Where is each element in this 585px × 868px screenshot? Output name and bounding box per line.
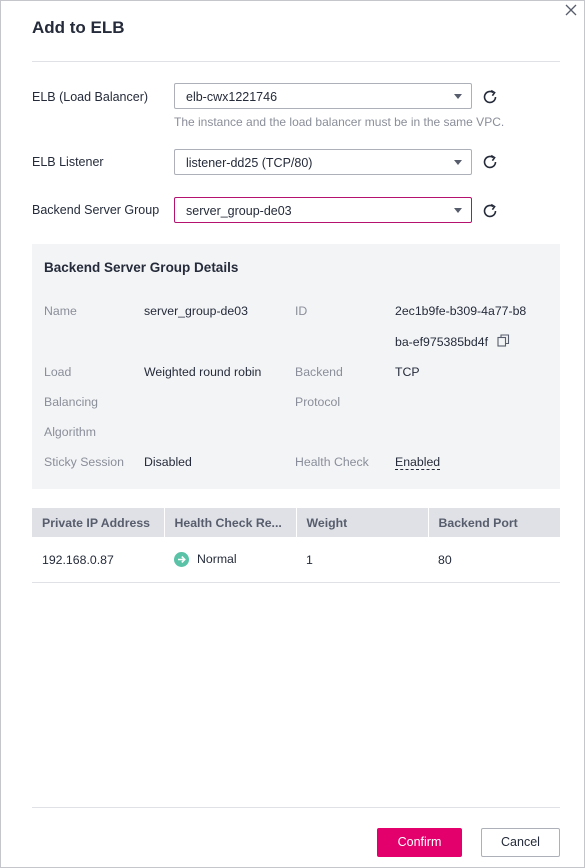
id-value-line1: 2ec1b9fe-b309-4a77-b8 bbox=[395, 304, 527, 318]
chevron-down-icon bbox=[454, 160, 462, 165]
id-label: ID bbox=[295, 304, 308, 318]
sticky-session-value: Disabled bbox=[144, 455, 192, 469]
elb-select-value: elb-cwx1221746 bbox=[186, 90, 278, 104]
listener-refresh-icon[interactable] bbox=[481, 153, 499, 171]
table-header-row: Private IP Address Health Check Re... We… bbox=[32, 508, 560, 537]
elb-hint: The instance and the load balancer must … bbox=[174, 115, 505, 129]
name-value: server_group-de03 bbox=[144, 304, 248, 318]
backend-server-table: Private IP Address Health Check Re... We… bbox=[32, 508, 560, 583]
column-header-backend-port[interactable]: Backend Port bbox=[428, 508, 560, 537]
column-header-health-check[interactable]: Health Check Re... bbox=[164, 508, 297, 537]
elb-label: ELB (Load Balancer) bbox=[32, 90, 149, 104]
id-value-line2-wrap: ba-ef975385bd4f bbox=[395, 327, 510, 358]
health-check-value-wrap: Enabled bbox=[395, 447, 441, 477]
server-group-label: Backend Server Group bbox=[32, 203, 160, 217]
column-header-weight[interactable]: Weight bbox=[296, 508, 429, 537]
cell-backend-port: 80 bbox=[428, 537, 560, 583]
listener-select-value: listener-dd25 (TCP/80) bbox=[186, 156, 313, 170]
arrow-right-circle-icon bbox=[174, 552, 189, 568]
cell-private-ip: 192.168.0.87 bbox=[32, 537, 164, 583]
id-value-line2: ba-ef975385bd4f bbox=[395, 335, 488, 349]
health-status-text: Normal bbox=[197, 551, 237, 566]
listener-select[interactable]: listener-dd25 (TCP/80) bbox=[174, 149, 472, 175]
lb-algorithm-label-line3: Algorithm bbox=[44, 425, 96, 439]
health-check-label: Health Check bbox=[295, 455, 369, 469]
server-group-select[interactable]: server_group-de03 bbox=[174, 197, 472, 223]
name-label: Name bbox=[44, 304, 77, 318]
server-group-details-panel: Backend Server Group Details Name server… bbox=[32, 244, 560, 489]
server-group-select-value: server_group-de03 bbox=[186, 204, 292, 218]
chevron-down-icon bbox=[454, 208, 462, 213]
lb-algorithm-label-line2: Balancing bbox=[44, 395, 99, 409]
elb-refresh-icon[interactable] bbox=[481, 88, 499, 106]
divider bbox=[32, 61, 560, 62]
cell-weight: 1 bbox=[296, 537, 428, 583]
backend-protocol-value: TCP bbox=[395, 365, 420, 379]
cancel-button[interactable]: Cancel bbox=[481, 828, 560, 857]
sticky-session-label: Sticky Session bbox=[44, 455, 124, 469]
table-row: 192.168.0.87 Normal 1 80 bbox=[32, 537, 560, 583]
copy-icon[interactable] bbox=[497, 328, 510, 358]
lb-algorithm-label-line1: Load bbox=[44, 365, 72, 379]
chevron-down-icon bbox=[454, 94, 462, 99]
backend-protocol-label-line1: Backend bbox=[295, 365, 343, 379]
elb-select[interactable]: elb-cwx1221746 bbox=[174, 83, 472, 109]
close-icon[interactable] bbox=[564, 3, 578, 17]
details-title: Backend Server Group Details bbox=[44, 260, 239, 275]
add-to-elb-dialog: Add to ELB ELB (Load Balancer) elb-cwx12… bbox=[0, 0, 585, 868]
column-header-private-ip[interactable]: Private IP Address bbox=[32, 508, 165, 537]
health-check-value[interactable]: Enabled bbox=[395, 455, 441, 470]
dialog-title: Add to ELB bbox=[32, 18, 125, 37]
confirm-button[interactable]: Confirm bbox=[377, 828, 462, 857]
listener-label: ELB Listener bbox=[32, 155, 104, 169]
backend-protocol-label-line2: Protocol bbox=[295, 395, 341, 409]
cell-health-check: Normal bbox=[164, 537, 296, 583]
server-group-refresh-icon[interactable] bbox=[481, 202, 499, 220]
lb-algorithm-value: Weighted round robin bbox=[144, 365, 262, 379]
divider bbox=[32, 807, 560, 808]
